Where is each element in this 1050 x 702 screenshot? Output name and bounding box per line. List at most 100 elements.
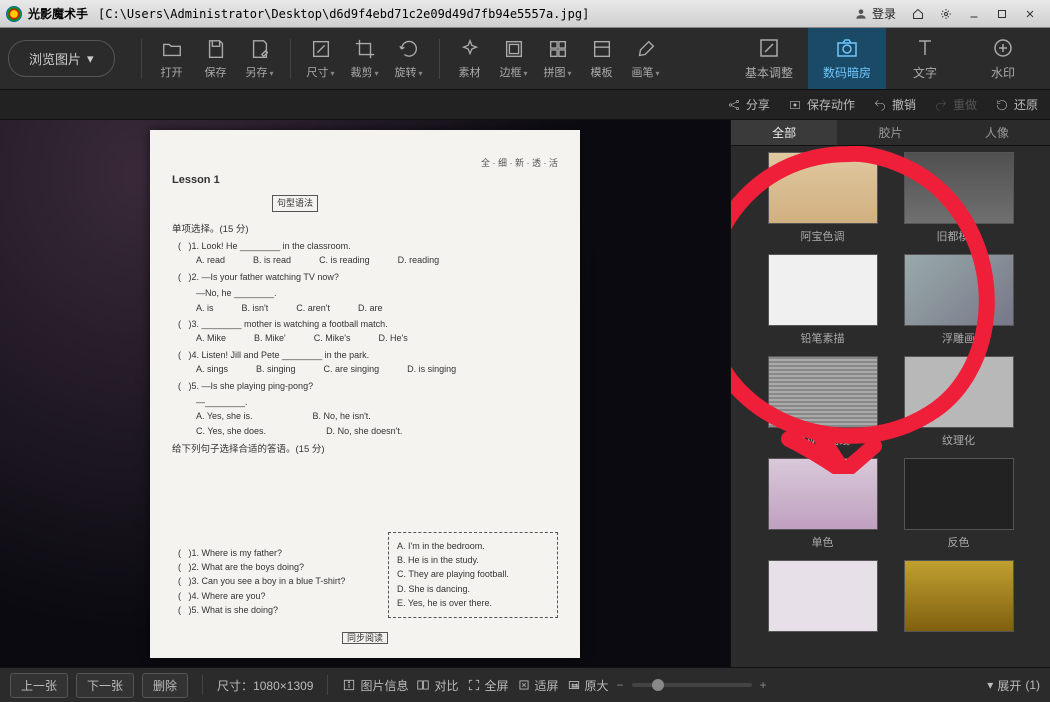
doc-lesson-title: Lesson 1 <box>172 172 558 190</box>
preset-old[interactable]: 旧都模式 <box>904 152 1014 250</box>
zoom-slider[interactable] <box>632 683 752 687</box>
tab-basic-adjust[interactable]: 基本调整 <box>730 28 808 89</box>
preset-extra1[interactable] <box>768 560 878 658</box>
canvas-area[interactable]: 全 · 细 · 新 · 透 · 活 Lesson 1 句型语法 单项选择。(15… <box>0 120 730 667</box>
zoom-out-icon[interactable]: − <box>617 678 624 692</box>
share-button[interactable]: 分享 <box>727 96 770 113</box>
preset-invert[interactable]: 反色 <box>904 458 1014 556</box>
size-label: 尺寸：1080×1309 <box>217 677 313 694</box>
rotate-button[interactable]: 旋转▾ <box>387 31 431 87</box>
file-path: [C:\Users\Administrator\Desktop\d6d9f4eb… <box>98 7 589 21</box>
border-button[interactable]: 边框▾ <box>492 31 536 87</box>
preset-thumb <box>904 356 1014 428</box>
resize-icon <box>310 38 332 60</box>
separator <box>439 39 440 79</box>
maximize-button[interactable] <box>988 4 1016 24</box>
chevron-down-icon: ▾ <box>987 678 993 692</box>
zoom-in-icon[interactable]: + <box>760 678 767 692</box>
filter-tab-all[interactable]: 全部 <box>731 120 837 146</box>
preset-abao[interactable]: 阿宝色调 <box>768 152 878 250</box>
settings-button[interactable] <box>932 4 960 24</box>
info-icon <box>342 678 356 692</box>
save-as-icon <box>249 38 271 60</box>
material-button[interactable]: 素材 <box>448 31 492 87</box>
restore-button[interactable]: 还原 <box>995 96 1038 113</box>
fit-screen-button[interactable]: 适屏 <box>517 677 559 694</box>
filter-tab-portrait[interactable]: 人像 <box>944 120 1050 146</box>
browse-images-button[interactable]: 浏览图片 ▾ <box>8 40 115 77</box>
size-button[interactable]: 尺寸▾ <box>299 31 343 87</box>
save-as-button[interactable]: 另存▾ <box>238 31 282 87</box>
preset-tv[interactable]: 电视扫描线 <box>768 356 878 454</box>
open-button[interactable]: 打开 <box>150 31 194 87</box>
edit-icon <box>757 36 781 60</box>
tab-watermark[interactable]: 水印 <box>964 28 1042 89</box>
template-button[interactable]: 模板 <box>580 31 624 87</box>
action-bar: 分享 保存动作 撤销 重做 还原 <box>0 90 1050 120</box>
restore-icon <box>995 98 1009 112</box>
login-button[interactable]: 登录 <box>846 3 904 24</box>
preset-thumb <box>904 254 1014 326</box>
preset-thumb <box>768 560 878 632</box>
bottom-bar: 上一张 下一张 删除 尺寸：1080×1309 图片信息 对比 全屏 适屏 1:… <box>0 667 1050 702</box>
main-toolbar: 浏览图片 ▾ 打开 保存 另存▾ 尺寸▾ 裁剪▾ 旋转▾ 素材 边框▾ 拼图▾ … <box>0 28 1050 90</box>
redo-button[interactable]: 重做 <box>934 96 977 113</box>
border-icon <box>503 38 525 60</box>
close-button[interactable] <box>1016 4 1044 24</box>
preset-thumb <box>768 458 878 530</box>
crop-button[interactable]: 裁剪▾ <box>343 31 387 87</box>
redo-icon <box>934 98 948 112</box>
side-panel: 全部 胶片 人像 阿宝色调 旧都模式 铅笔素描 浮雕画 电视扫描线 纹理化 <box>730 120 1050 667</box>
watermark-icon <box>991 36 1015 60</box>
compare-icon <box>416 678 430 692</box>
zoom-thumb[interactable] <box>652 679 664 691</box>
next-image-button[interactable]: 下一张 <box>76 673 134 698</box>
prev-image-button[interactable]: 上一张 <box>10 673 68 698</box>
compare-button[interactable]: 对比 <box>416 677 458 694</box>
preset-thumb <box>904 152 1014 224</box>
preset-texture[interactable]: 纹理化 <box>904 356 1014 454</box>
home-button[interactable] <box>904 4 932 24</box>
preset-thumb <box>768 152 878 224</box>
preset-thumb <box>904 560 1014 632</box>
brush-button[interactable]: 画笔▾ <box>624 31 668 87</box>
record-icon <box>788 98 802 112</box>
separator <box>141 39 142 79</box>
login-label: 登录 <box>872 5 896 22</box>
app-title: 光影魔术手 <box>28 5 88 22</box>
share-icon <box>727 98 741 112</box>
image-dimensions: 1080×1309 <box>253 679 313 693</box>
fullscreen-icon <box>467 678 481 692</box>
filter-tab-film[interactable]: 胶片 <box>837 120 943 146</box>
undo-icon <box>873 98 887 112</box>
document-page: 全 · 细 · 新 · 透 · 活 Lesson 1 句型语法 单项选择。(15… <box>150 130 580 658</box>
one-to-one-icon: 1:1 <box>567 678 581 692</box>
preset-grid: 阿宝色调 旧都模式 铅笔素描 浮雕画 电视扫描线 纹理化 单色 反色 <box>731 146 1050 667</box>
preset-thumb <box>768 356 878 428</box>
expand-panel-button[interactable]: ▾ 展开(1) <box>987 677 1040 694</box>
original-size-button[interactable]: 1:1原大 <box>567 677 609 694</box>
crop-icon <box>354 38 376 60</box>
minimize-button[interactable] <box>960 4 988 24</box>
doc-section-box: 句型语法 <box>272 195 318 211</box>
template-icon <box>591 38 613 60</box>
image-info-button[interactable]: 图片信息 <box>342 677 408 694</box>
fullscreen-button[interactable]: 全屏 <box>467 677 509 694</box>
folder-open-icon <box>161 38 183 60</box>
sparkle-icon <box>459 38 481 60</box>
tab-darkroom[interactable]: 数码暗房 <box>808 28 886 89</box>
preset-thumb <box>768 254 878 326</box>
tab-text[interactable]: 文字 <box>886 28 964 89</box>
doc-footer: 同步阅读 <box>342 632 388 644</box>
preset-relief[interactable]: 浮雕画 <box>904 254 1014 352</box>
save-button[interactable]: 保存 <box>194 31 238 87</box>
camera-icon <box>835 36 859 60</box>
preset-mono[interactable]: 单色 <box>768 458 878 556</box>
collage-button[interactable]: 拼图▾ <box>536 31 580 87</box>
rotate-icon <box>398 38 420 60</box>
preset-extra2[interactable] <box>904 560 1014 658</box>
delete-image-button[interactable]: 删除 <box>142 673 188 698</box>
save-action-button[interactable]: 保存动作 <box>788 96 855 113</box>
undo-button[interactable]: 撤销 <box>873 96 916 113</box>
preset-pencil[interactable]: 铅笔素描 <box>768 254 878 352</box>
